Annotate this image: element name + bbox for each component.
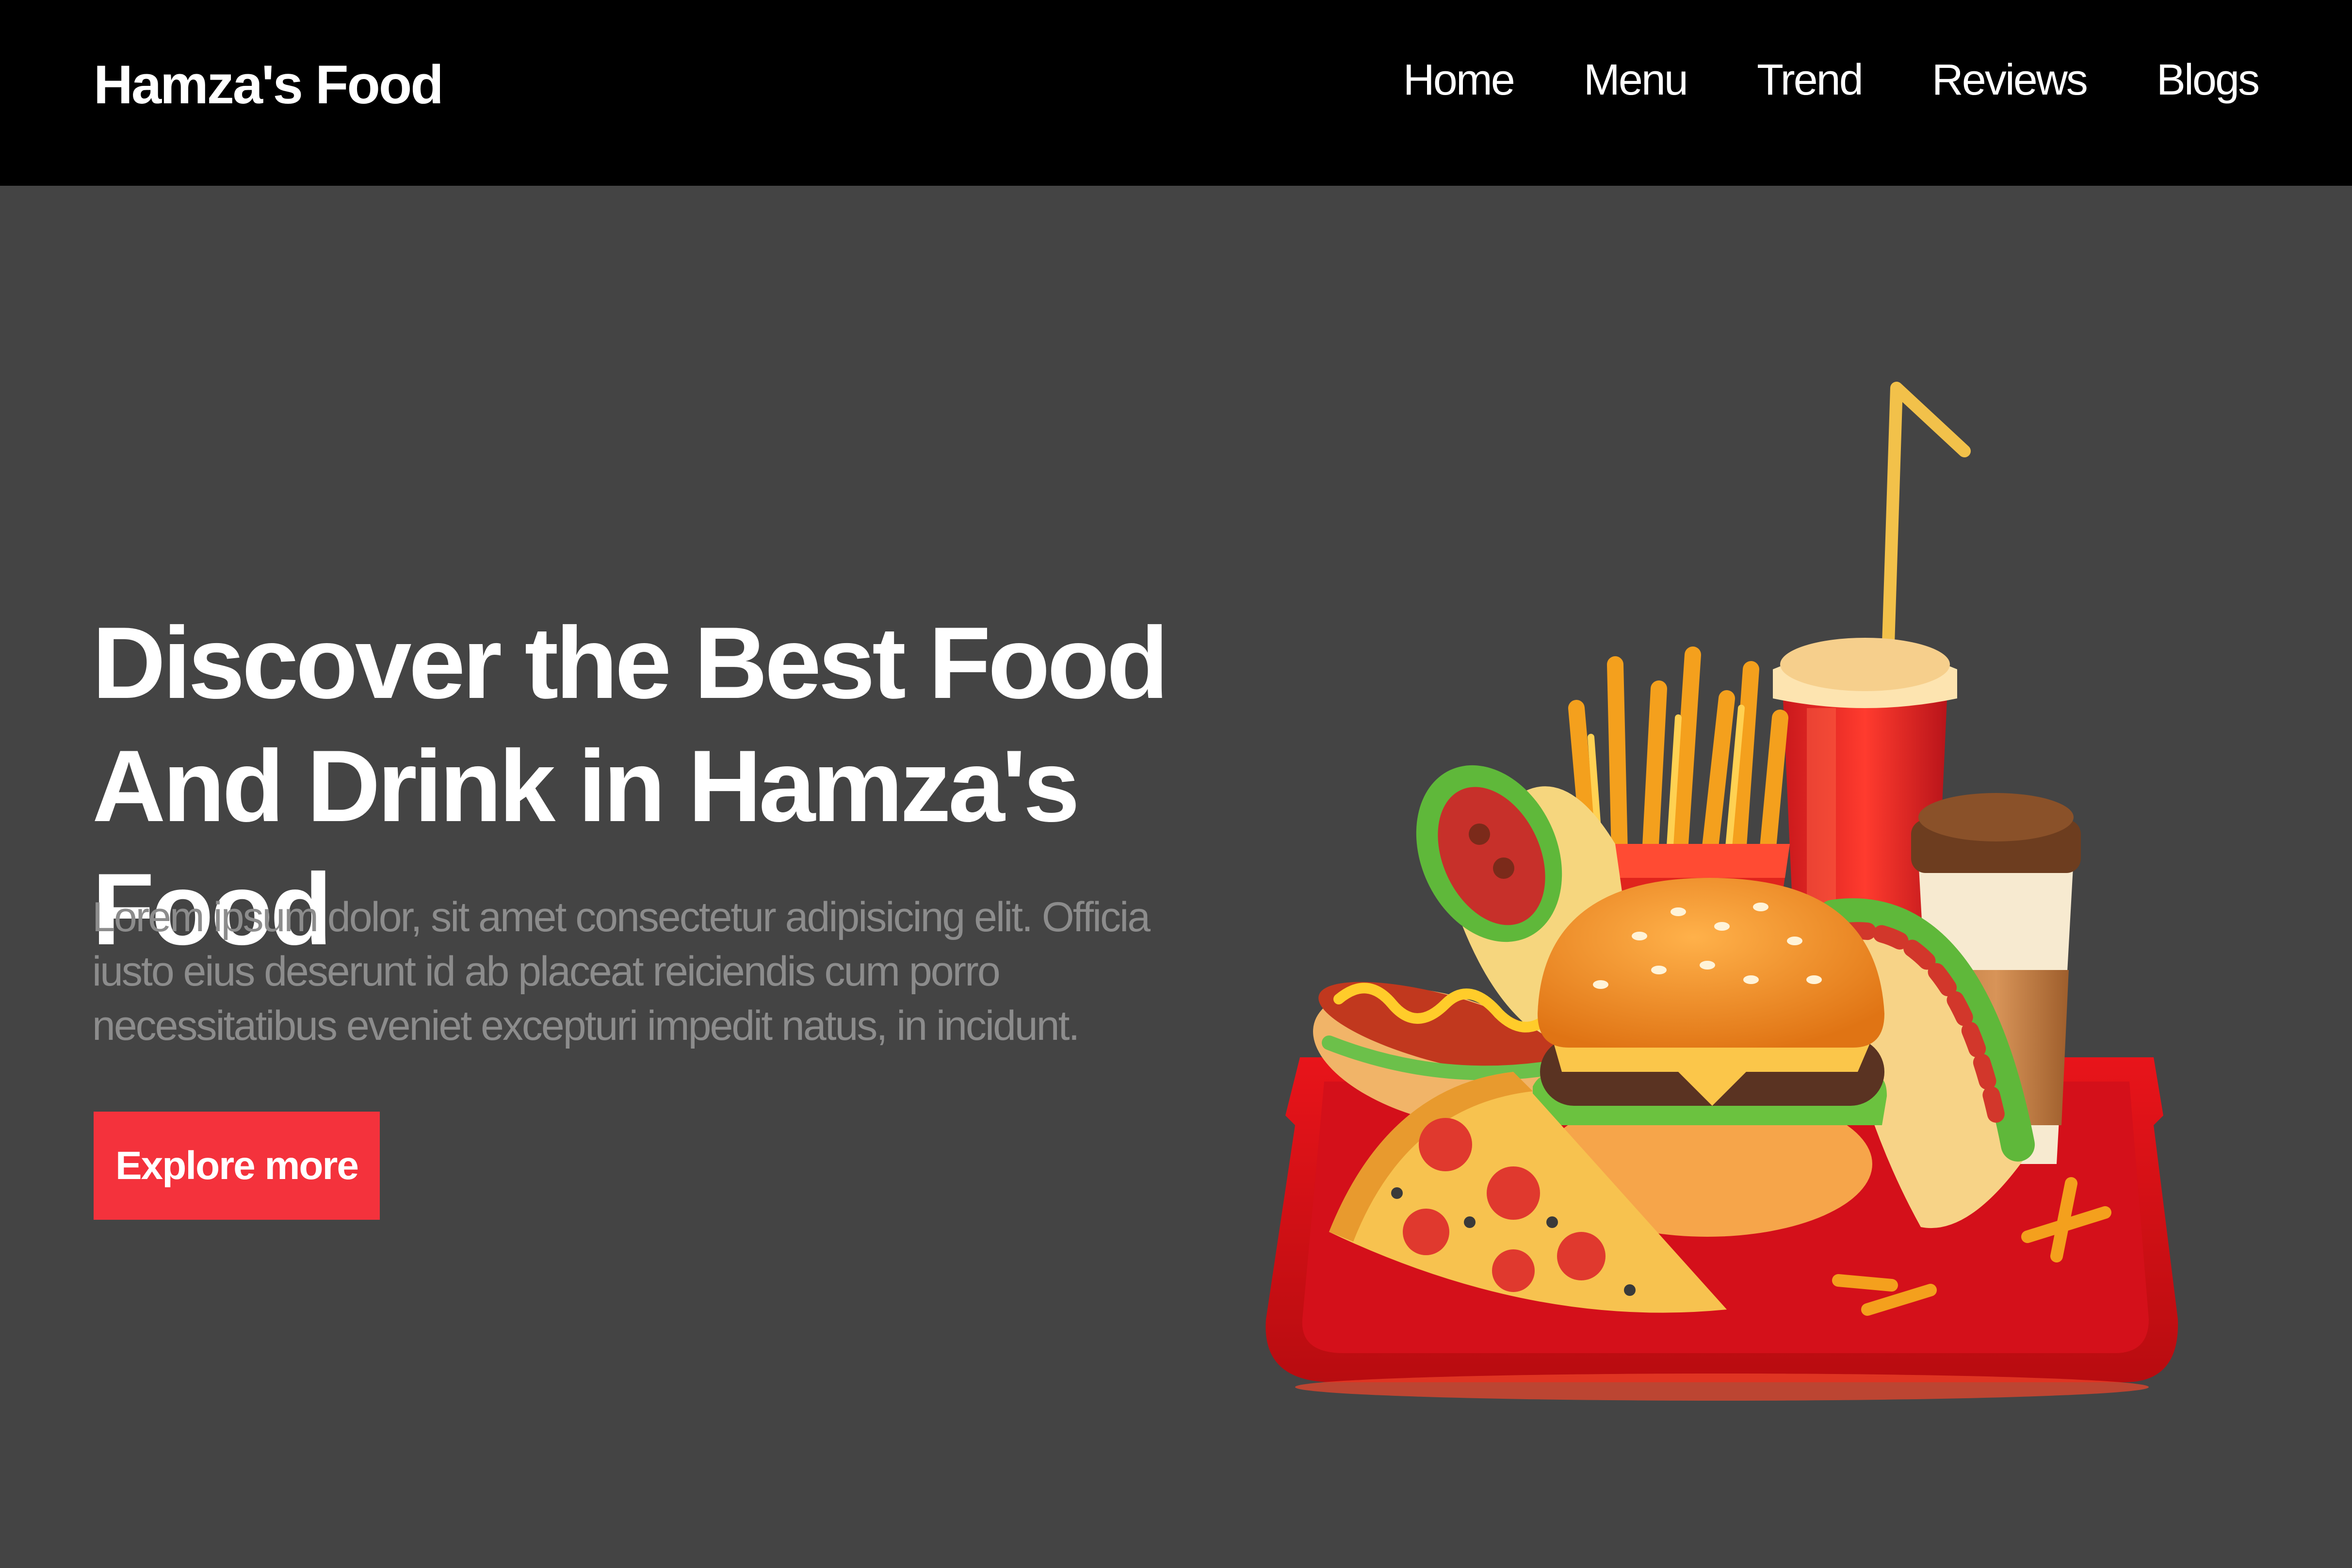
main-nav: Home Menu Trend Reviews Blogs: [1403, 48, 2260, 112]
nav-link-menu[interactable]: Menu: [1584, 55, 1688, 105]
nav-link-reviews[interactable]: Reviews: [1932, 55, 2088, 105]
hero-description: Lorem ipsum dolor, sit amet consectetur …: [92, 894, 1151, 1049]
nav-link-blogs[interactable]: Blogs: [2157, 55, 2260, 105]
landing-page: Hamza's Food Home Menu Trend Reviews Blo…: [0, 0, 2352, 1568]
brand-logo[interactable]: Hamza's Food: [94, 48, 444, 121]
nav-link-trend[interactable]: Trend: [1757, 55, 1864, 105]
fast-food-tray-illustration: [1265, 382, 2178, 1401]
site-header: Hamza's Food Home Menu Trend Reviews Blo…: [0, 0, 2352, 186]
explore-more-button[interactable]: Explore more: [94, 1112, 380, 1220]
nav-link-home[interactable]: Home: [1403, 55, 1515, 105]
